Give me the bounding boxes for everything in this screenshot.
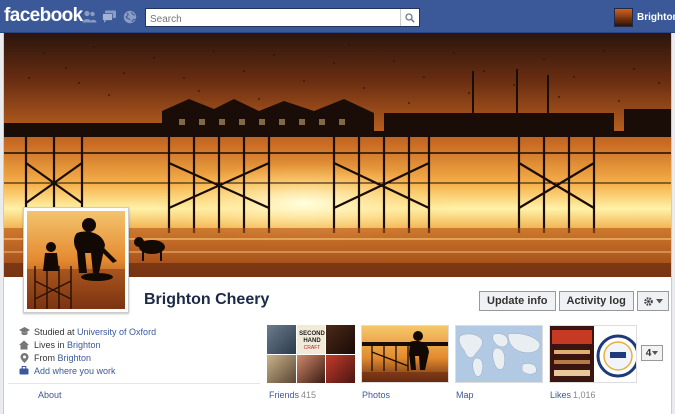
- graduation-cap-icon: [18, 326, 30, 337]
- friends-count: 415: [301, 390, 317, 400]
- about-row-work: Add where you work: [18, 364, 262, 377]
- topbar-profile-link[interactable]: Brighton: [614, 8, 675, 27]
- photos-thumbnail[interactable]: [361, 325, 449, 383]
- profile-actions: Update info Activity log: [476, 291, 669, 311]
- about-tab-label[interactable]: About: [38, 390, 62, 400]
- school-link[interactable]: University of Oxford: [77, 327, 156, 337]
- messages-icon[interactable]: [102, 9, 117, 24]
- friends-thumbnail-grid[interactable]: SECOND HAND CRAFT: [267, 325, 355, 383]
- timeline-main: Brighton Cheery Update info Activity log…: [3, 33, 672, 414]
- current-city-link[interactable]: Brighton: [67, 340, 101, 350]
- update-info-button[interactable]: Update info: [479, 291, 556, 311]
- globe-icon[interactable]: [122, 9, 137, 24]
- likes-count: 1,016: [573, 390, 596, 400]
- pin-icon: [18, 352, 30, 363]
- about-summary: Studied at University of Oxford Lives in…: [18, 325, 262, 381]
- friend-thumbnail[interactable]: [326, 325, 355, 354]
- friend-thumbnail[interactable]: [267, 325, 296, 354]
- about-divider: [8, 383, 260, 384]
- map-thumbnail[interactable]: [455, 325, 543, 383]
- settings-dropdown-button[interactable]: [636, 291, 669, 311]
- likes-label: Likes: [550, 390, 572, 400]
- friends-label: Friends: [269, 390, 300, 400]
- magnifier-icon[interactable]: [400, 9, 419, 26]
- friend-thumbnail[interactable]: SECOND HAND CRAFT: [296, 325, 326, 354]
- profile-name[interactable]: Brighton Cheery: [144, 291, 269, 309]
- topbar-user-name: Brighton: [637, 12, 675, 23]
- studied-prefix: Studied at: [34, 326, 75, 337]
- friends-tab-label[interactable]: Friends 415: [269, 390, 316, 400]
- hometown-link[interactable]: Brighton: [58, 353, 92, 363]
- gear-icon: [643, 296, 653, 306]
- add-work-link[interactable]: Add where you work: [34, 366, 116, 376]
- about-row-education: Studied at University of Oxford: [18, 325, 262, 338]
- likes-tab-label[interactable]: Likes 1,016: [550, 390, 596, 400]
- likes-thumbnail[interactable]: [549, 325, 637, 383]
- from-prefix: From: [34, 352, 55, 363]
- about-row-lives: Lives in Brighton: [18, 338, 262, 351]
- facebook-logo[interactable]: facebook: [4, 5, 83, 27]
- svg-text:CRAFT: CRAFT: [303, 345, 320, 351]
- friend-thumbnail[interactable]: [296, 354, 326, 383]
- more-apps-count: 4: [645, 347, 652, 359]
- house-icon: [18, 339, 30, 350]
- profile-picture[interactable]: [23, 207, 129, 313]
- more-apps-button[interactable]: 4: [641, 345, 663, 361]
- jewel-icons: [82, 9, 137, 24]
- svg-text:SECOND: SECOND: [299, 331, 325, 337]
- lives-prefix: Lives in: [34, 339, 65, 350]
- topbar-avatar: [614, 8, 633, 27]
- search-input[interactable]: [146, 11, 396, 28]
- chevron-down-icon: [655, 298, 663, 303]
- search-box: [145, 8, 420, 28]
- map-tab-label[interactable]: Map: [456, 390, 474, 400]
- chevron-down-icon: [652, 351, 659, 355]
- top-bar: facebook Brighton: [0, 0, 675, 33]
- briefcase-icon: [18, 365, 30, 376]
- photos-tab-label[interactable]: Photos: [362, 390, 390, 400]
- about-row-hometown: From Brighton: [18, 351, 262, 364]
- friend-thumbnail[interactable]: [326, 354, 355, 383]
- friends-icon[interactable]: [82, 9, 97, 24]
- svg-text:HAND: HAND: [303, 338, 321, 344]
- friend-thumbnail[interactable]: [267, 354, 296, 383]
- activity-log-button[interactable]: Activity log: [558, 291, 634, 311]
